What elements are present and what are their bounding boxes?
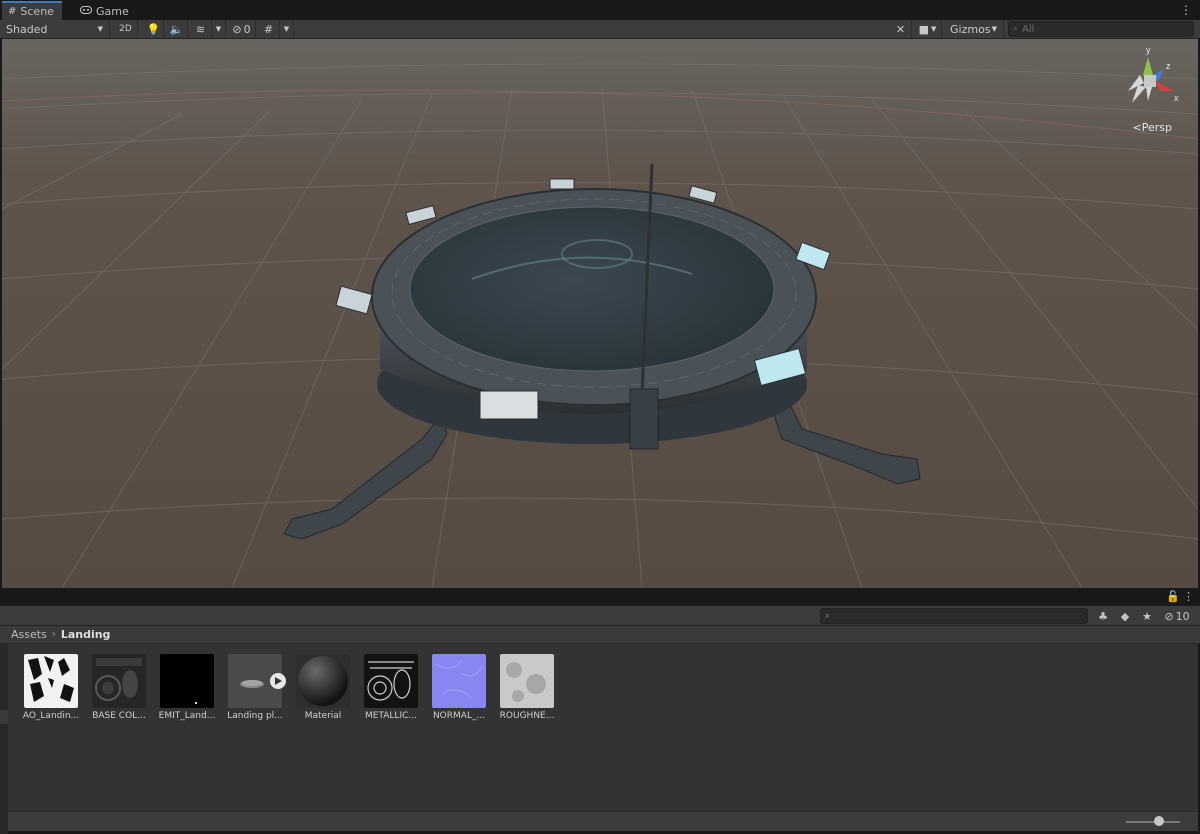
scene-search-input[interactable]: ⌕ All xyxy=(1008,21,1194,37)
hidden-packages-count: 10 xyxy=(1175,609,1190,623)
asset-item[interactable]: NORMAL_... xyxy=(426,654,490,728)
lightbulb-icon: 💡 xyxy=(146,22,161,36)
asset-label: EMIT_Land... xyxy=(158,711,216,721)
shading-mode-value: Shaded xyxy=(6,22,48,36)
gizmo-axis-x: x xyxy=(1174,93,1179,103)
tab-game[interactable]: Game xyxy=(74,3,137,20)
material-sphere-thumbnail xyxy=(296,654,350,708)
metallic-texture-thumbnail xyxy=(364,654,418,708)
effects-icon: ≋ xyxy=(195,22,206,36)
lock-icon[interactable]: 🔓 xyxy=(1166,590,1180,603)
scene-visibility-toggle[interactable]: ⊘ 0 xyxy=(228,20,256,38)
star-icon: ★ xyxy=(1142,609,1152,623)
roughness-texture-thumbnail xyxy=(500,654,554,708)
asset-item[interactable]: BASE COL... xyxy=(86,654,150,728)
tab-game-label: Game xyxy=(96,5,129,18)
chevron-down-icon: ▼ xyxy=(97,25,103,33)
eye-slash-icon: ⊘ xyxy=(232,22,242,36)
window-tab-bar: # Scene Game ⋮ xyxy=(0,0,1200,20)
grid-snap-toggle[interactable]: # xyxy=(258,20,280,38)
breadcrumb: Assets › Landing xyxy=(0,626,1200,644)
scene-toolbar: Shaded ▼ 2D 💡 🔈 ≋ ▼ ⊘ 0 # ▼ ✕ ■ ▼ Gizmos… xyxy=(0,20,1200,39)
tools-button[interactable]: ✕ xyxy=(890,20,912,38)
toggle-2d-button[interactable]: 2D xyxy=(114,20,138,38)
ao-texture-thumbnail xyxy=(24,654,78,708)
folder-tree-pane[interactable] xyxy=(0,644,8,834)
projection-label: Persp xyxy=(1141,121,1172,134)
shading-mode-dropdown[interactable]: Shaded ▼ xyxy=(0,20,110,38)
search-icon: ⌕ xyxy=(825,611,831,621)
projection-toggle[interactable]: <Persp xyxy=(1133,121,1172,134)
asset-label: NORMAL_... xyxy=(432,711,486,721)
grid-snap-icon: # xyxy=(263,22,274,36)
scene-viewport[interactable]: y z x <Persp xyxy=(2,39,1198,588)
eye-slash-icon: ⊘ xyxy=(1164,609,1174,623)
icon-size-slider-knob[interactable] xyxy=(1154,816,1164,826)
hidden-packages-toggle[interactable]: ⊘ 10 xyxy=(1160,608,1194,624)
asset-item[interactable]: Landing pl... xyxy=(222,654,286,728)
panel-menu-kebab-icon[interactable]: ⋮ xyxy=(1183,590,1194,603)
scene-visibility-count: 0 xyxy=(243,22,251,36)
chevron-left-icon: < xyxy=(1132,121,1142,134)
camera-icon: ■ xyxy=(918,22,929,36)
folder-tree-selection xyxy=(0,710,8,724)
tab-scene-label: Scene xyxy=(20,5,54,18)
chevron-down-icon: ▼ xyxy=(283,25,290,33)
breadcrumb-landing[interactable]: Landing xyxy=(61,628,111,641)
asset-label: ROUGHNE... xyxy=(499,711,555,721)
asset-item[interactable]: Material xyxy=(290,654,354,728)
grid-snap-dropdown[interactable]: ▼ xyxy=(280,20,294,38)
gizmo-axis-z: z xyxy=(1166,61,1171,71)
breadcrumb-assets[interactable]: Assets xyxy=(11,628,47,641)
project-status-bar xyxy=(8,811,1198,831)
project-search-input[interactable]: ⌕ xyxy=(820,608,1088,624)
asset-label: BASE COL... xyxy=(92,711,146,721)
grid-icon: # xyxy=(8,6,17,17)
asset-item[interactable]: ROUGHNE... xyxy=(494,654,558,728)
wrench-icon: ✕ xyxy=(895,22,906,36)
chevron-down-icon: ▼ xyxy=(991,25,997,33)
tag-icon: ◆ xyxy=(1120,609,1130,623)
asset-label: Landing pl... xyxy=(227,711,283,721)
audio-toggle[interactable]: 🔈 xyxy=(166,20,188,38)
emission-texture-thumbnail xyxy=(160,654,214,708)
search-icon: ⌕ xyxy=(1013,24,1019,34)
tab-scene[interactable]: # Scene xyxy=(2,1,62,20)
asset-label: AO_Landin... xyxy=(22,711,80,721)
asset-item[interactable]: METALLIC... xyxy=(358,654,422,728)
asset-label: Material xyxy=(304,711,342,721)
asset-label: METALLIC... xyxy=(365,711,417,721)
asset-grid: AO_Landin... BASE COL... EMIT_Land... La… xyxy=(8,644,1198,811)
gizmo-axis-y: y xyxy=(1146,45,1151,55)
normal-map-thumbnail xyxy=(432,654,486,708)
scene-search-placeholder: All xyxy=(1022,23,1035,35)
project-panel-header: 🔓 ⋮ xyxy=(0,588,1200,606)
chevron-right-icon: › xyxy=(51,629,56,640)
lighting-toggle[interactable]: 💡 xyxy=(144,20,164,38)
effects-dropdown[interactable]: ▼ xyxy=(212,20,226,38)
search-by-label-button[interactable]: ◆ xyxy=(1116,608,1134,624)
chevron-down-icon: ▼ xyxy=(931,25,937,33)
camera-settings-dropdown[interactable]: ■ ▼ xyxy=(914,20,942,38)
effects-toggle[interactable]: ≋ xyxy=(190,20,212,38)
shapes-icon: ♣ xyxy=(1098,609,1108,623)
gamepad-icon xyxy=(80,6,92,17)
window-menu-kebab-icon[interactable]: ⋮ xyxy=(1180,3,1192,17)
chevron-down-icon: ▼ xyxy=(215,25,222,33)
project-toolbar: ⌕ ♣ ◆ ★ ⊘ 10 xyxy=(0,606,1200,626)
play-prefab-icon[interactable] xyxy=(270,673,286,689)
gizmos-dropdown[interactable]: Gizmos ▼ xyxy=(944,20,1004,38)
speaker-icon: 🔈 xyxy=(169,22,184,36)
icon-size-slider-track[interactable] xyxy=(1126,821,1180,823)
orientation-gizmo[interactable]: y z x xyxy=(1118,45,1182,111)
scene-render xyxy=(2,39,1198,588)
asset-item[interactable]: EMIT_Land... xyxy=(154,654,218,728)
base-color-texture-thumbnail xyxy=(92,654,146,708)
favorites-button[interactable]: ★ xyxy=(1138,608,1156,624)
gizmos-label: Gizmos xyxy=(950,22,991,36)
asset-item[interactable]: AO_Landin... xyxy=(18,654,82,728)
search-by-type-button[interactable]: ♣ xyxy=(1094,608,1112,624)
